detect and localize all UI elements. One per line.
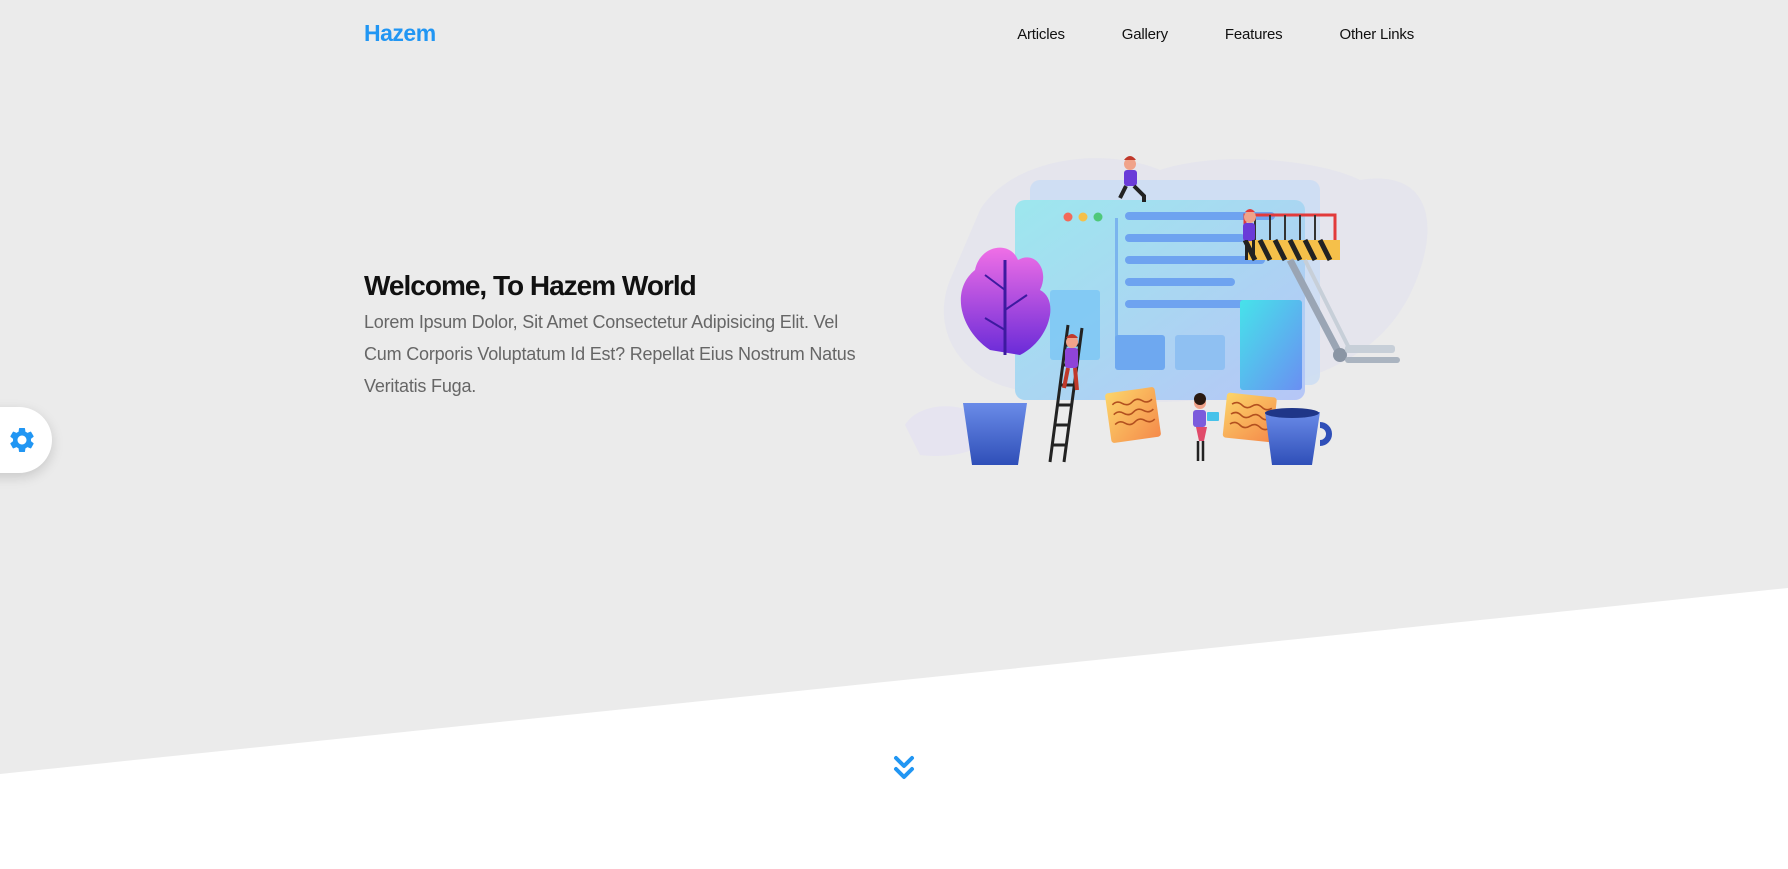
plant-pot	[963, 403, 1027, 465]
nav-item-features: Features	[1225, 26, 1283, 44]
hero-illustration	[905, 156, 1428, 465]
hero-background	[0, 0, 1788, 774]
nav-link-articles[interactable]: Articles	[1017, 26, 1065, 43]
nav-item-other-links: Other Links	[1340, 26, 1415, 44]
side-panel	[1240, 300, 1302, 390]
hero-text: Welcome, To Hazem World Lorem Ipsum Dolo…	[364, 266, 864, 402]
gear-icon	[10, 428, 34, 452]
nav-item-articles: Articles	[1017, 26, 1065, 44]
logo-link[interactable]: Hazem	[364, 20, 436, 47]
hero-description: Lorem Ipsum Dolor, Sit Amet Consectetur …	[364, 312, 856, 396]
nav-link-features[interactable]: Features	[1225, 26, 1283, 43]
nav-link-gallery[interactable]: Gallery	[1122, 26, 1168, 43]
hero-title: Welcome, To Hazem World	[364, 270, 697, 301]
sticky-note-left	[1105, 387, 1161, 443]
site-header: Hazem Articles Gallery Features Other Li…	[0, 0, 1788, 70]
page: Hazem Articles Gallery Features Other Li…	[0, 0, 1788, 869]
nav-link-other-links[interactable]: Other Links	[1340, 26, 1415, 43]
nav-item-gallery: Gallery	[1122, 26, 1168, 44]
main-nav: Articles Gallery Features Other Links	[960, 0, 1414, 70]
mug	[1265, 412, 1320, 465]
double-chevron-down-icon[interactable]	[893, 755, 915, 783]
